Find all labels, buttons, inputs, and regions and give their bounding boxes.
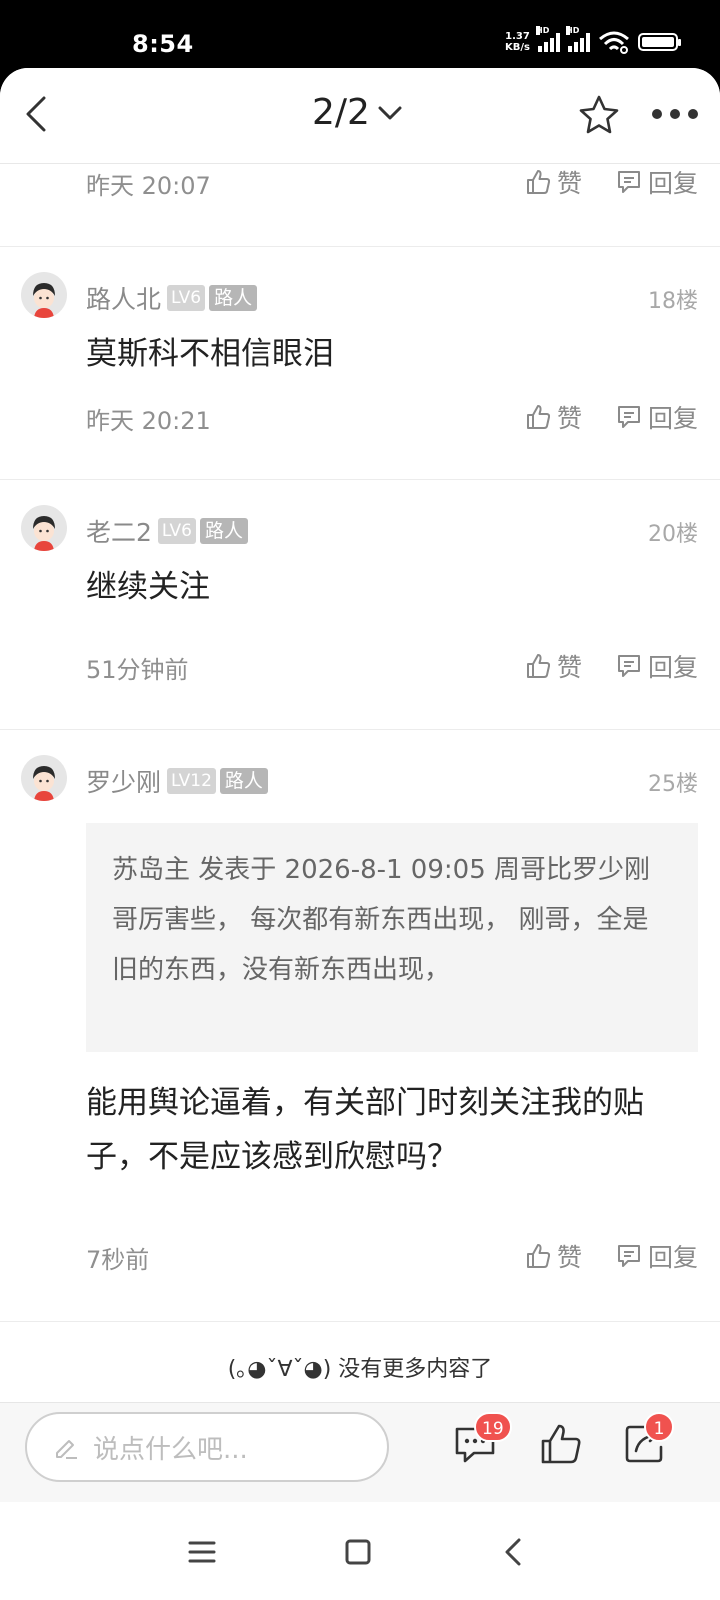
comment-input[interactable]: 说点什么吧... bbox=[25, 1412, 389, 1482]
comment-item: 路人北 LV6 路人 18楼 莫斯科不相信眼泪 昨天 20:21 赞 回复 bbox=[0, 247, 720, 480]
comments-button[interactable]: 19 bbox=[452, 1412, 512, 1467]
quoted-post[interactable]: 苏岛主 发表于 2026-8-1 09:05 周哥比罗少刚哥厉害些， 每次都有新… bbox=[86, 823, 698, 1052]
reply-button[interactable]: 回复 bbox=[616, 648, 698, 684]
comment-text: 能用舆论逼着，有关部门时刻关注我的贴子，不是应该感到欣慰吗？ bbox=[86, 1085, 644, 1175]
thumbs-up-icon bbox=[526, 654, 551, 678]
user-line: 路人北 LV6 路人 bbox=[86, 280, 258, 316]
more-options-icon[interactable] bbox=[652, 106, 698, 122]
comment-item: 罗少刚 LV12 路人 25楼 苏岛主 发表于 2026-8-1 09:05 周… bbox=[0, 730, 720, 1322]
signal-icon-1: HD bbox=[536, 26, 560, 52]
status-icons: 1.37 KB/s HD HD bbox=[505, 26, 681, 54]
comment-actions: 赞 回复 bbox=[525, 164, 698, 200]
thumbs-up-icon bbox=[526, 1244, 551, 1268]
page-indicator: 2/2 bbox=[312, 92, 370, 133]
username[interactable]: 罗少刚 bbox=[86, 763, 161, 799]
level-badge: LV12 bbox=[167, 768, 216, 794]
menu-icon[interactable] bbox=[182, 1532, 222, 1572]
like-button[interactable]: 赞 bbox=[525, 1238, 582, 1274]
reply-bubble-icon bbox=[617, 171, 640, 193]
username[interactable]: 路人北 bbox=[86, 280, 161, 316]
thumbs-up-icon bbox=[526, 170, 551, 194]
avatar[interactable] bbox=[21, 505, 67, 551]
comment-count-badge: 19 bbox=[474, 1412, 512, 1442]
reply-button[interactable]: 回复 bbox=[616, 1238, 698, 1274]
system-nav-bar bbox=[0, 1502, 720, 1600]
status-bar: 8:54 1.37 KB/s HD HD bbox=[0, 0, 720, 68]
comment-time: 昨天 20:21 bbox=[86, 407, 211, 435]
like-button[interactable]: 赞 bbox=[525, 648, 582, 684]
username[interactable]: 老二2 bbox=[86, 513, 152, 549]
reply-button[interactable]: 回复 bbox=[616, 164, 698, 200]
level-badge: LV6 bbox=[157, 518, 196, 544]
reply-bubble-icon bbox=[617, 655, 640, 677]
battery-icon bbox=[638, 33, 681, 51]
top-nav-bar: 2/2 bbox=[0, 68, 720, 164]
wifi-icon bbox=[599, 31, 629, 54]
thumbs-up-icon bbox=[541, 1424, 581, 1464]
thumbs-up-icon bbox=[526, 405, 551, 429]
user-line: 罗少刚 LV12 路人 bbox=[86, 763, 268, 799]
role-badge: 路人 bbox=[209, 285, 258, 311]
floor-number: 25楼 bbox=[648, 772, 698, 797]
comment-text: 莫斯科不相信眼泪 bbox=[86, 336, 334, 372]
pencil-icon bbox=[56, 1440, 77, 1459]
comment-time: 7秒前 bbox=[86, 1246, 150, 1274]
favorite-star-icon[interactable] bbox=[578, 94, 620, 136]
comment-text: 继续关注 bbox=[86, 569, 210, 605]
avatar[interactable] bbox=[21, 272, 67, 318]
comment-actions: 赞 回复 bbox=[525, 648, 698, 684]
comment-actions: 赞 回复 bbox=[525, 399, 698, 435]
share-button[interactable]: 1 bbox=[622, 1412, 674, 1467]
reply-bubble-icon bbox=[617, 406, 640, 428]
bottom-reply-bar: 说点什么吧... 19 1 bbox=[0, 1402, 720, 1502]
screen: 2/2 昨天 20:07 赞 回复 路人北 LV6 路人 18楼 莫斯科不相信眼… bbox=[0, 68, 720, 1600]
comment-item: 老二2 LV6 路人 20楼 继续关注 51分钟前 赞 回复 bbox=[0, 480, 720, 730]
end-of-list-note: (｡◕ˇ∀ˇ◕) 没有更多内容了 bbox=[227, 1357, 493, 1382]
share-count-badge: 1 bbox=[644, 1412, 674, 1442]
reply-button[interactable]: 回复 bbox=[616, 399, 698, 435]
back-arrow-icon[interactable] bbox=[18, 94, 58, 134]
page-selector[interactable]: 2/2 bbox=[312, 92, 402, 133]
role-badge: 路人 bbox=[199, 518, 248, 544]
status-time: 8:54 bbox=[132, 30, 194, 58]
user-line: 老二2 LV6 路人 bbox=[86, 513, 248, 549]
like-post-button[interactable] bbox=[538, 1421, 584, 1467]
back-icon[interactable] bbox=[494, 1532, 534, 1572]
level-badge: LV6 bbox=[167, 285, 206, 311]
comment-time: 昨天 20:07 bbox=[86, 172, 211, 200]
chevron-down-icon bbox=[378, 106, 402, 119]
comment-time: 51分钟前 bbox=[86, 656, 189, 684]
role-badge: 路人 bbox=[219, 768, 268, 794]
home-icon[interactable] bbox=[338, 1532, 378, 1572]
floor-number: 18楼 bbox=[648, 289, 698, 314]
comment-input-placeholder: 说点什么吧... bbox=[93, 1434, 248, 1465]
network-speed: 1.37 KB/s bbox=[505, 31, 530, 53]
floor-number: 20楼 bbox=[648, 522, 698, 547]
like-button[interactable]: 赞 bbox=[525, 399, 582, 435]
like-button[interactable]: 赞 bbox=[525, 164, 582, 200]
signal-icon-2: HD bbox=[566, 26, 590, 52]
comment-actions: 赞 回复 bbox=[525, 1238, 698, 1274]
avatar[interactable] bbox=[21, 755, 67, 801]
reply-bubble-icon bbox=[617, 1245, 640, 1267]
